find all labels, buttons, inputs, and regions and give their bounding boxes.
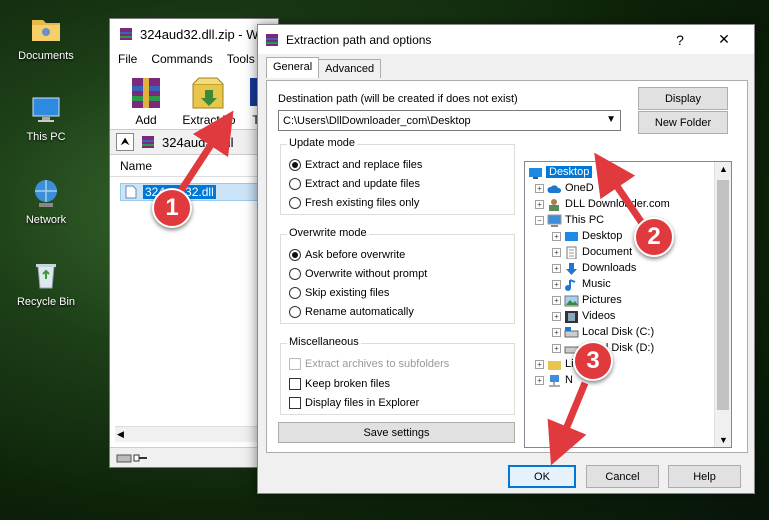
annotation-arrow-3 (547, 381, 589, 466)
annotation-badge-2: 2 (634, 217, 674, 257)
annotation-badge-3: 3 (573, 341, 613, 381)
annotation-arrow-2 (594, 152, 647, 228)
tab-general[interactable]: General (266, 57, 320, 78)
annotation-arrows (177, 110, 647, 466)
annotation-arrow-1 (177, 110, 234, 194)
annotation-badge-1: 1 (152, 188, 192, 228)
